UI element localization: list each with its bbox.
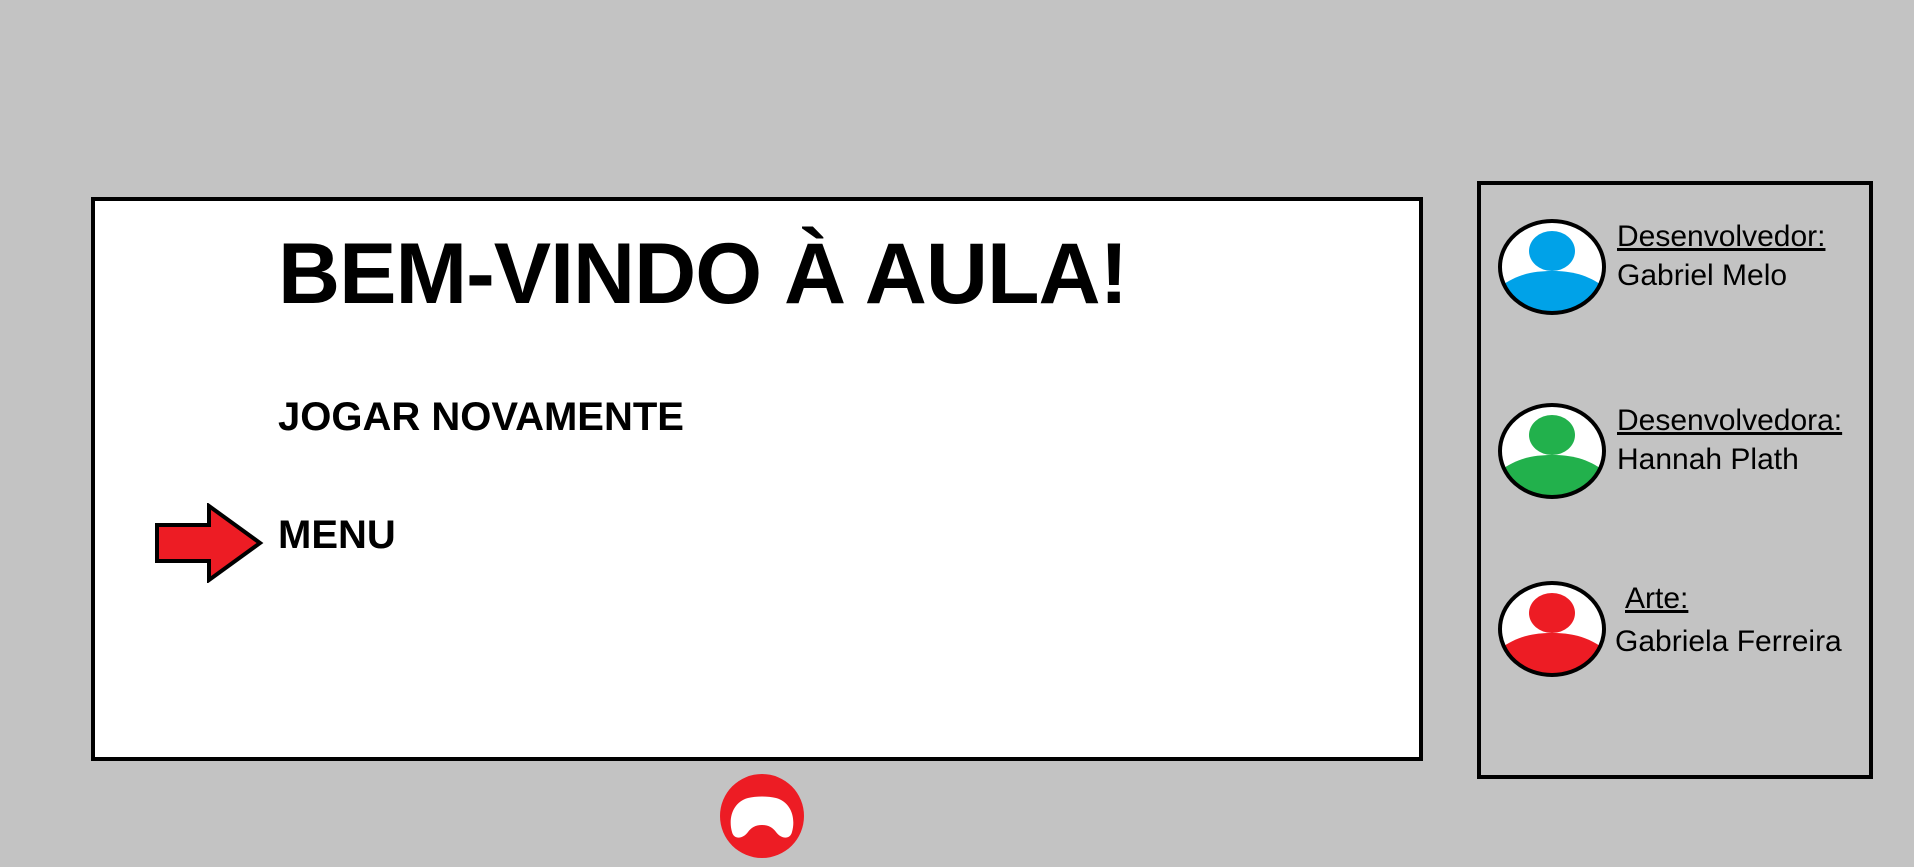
credit-developer-2: Desenvolvedora: Hannah Plath <box>1497 401 1867 501</box>
user-avatar-icon <box>1498 581 1606 677</box>
user-avatar-icon <box>1498 403 1606 499</box>
page-title: BEM-VINDO À AULA! <box>278 226 1128 322</box>
credit-role: Desenvolvedor: <box>1617 220 1826 253</box>
credit-name: Hannah Plath <box>1617 443 1799 476</box>
credit-art: Arte: Gabriela Ferreira <box>1497 579 1867 679</box>
gamepad-icon[interactable] <box>718 774 806 858</box>
menu-option[interactable]: MENU <box>278 513 396 558</box>
user-avatar-icon <box>1498 219 1606 315</box>
arrow-right-icon <box>155 503 264 583</box>
credit-name: Gabriel Melo <box>1617 259 1788 292</box>
credit-role: Arte: <box>1625 582 1689 615</box>
credit-name: Gabriela Ferreira <box>1615 625 1842 658</box>
credits-panel: Desenvolvedor: Gabriel Melo Desenvolvedo… <box>1477 181 1873 779</box>
credit-developer: Desenvolvedor: Gabriel Melo <box>1497 217 1867 317</box>
credit-role: Desenvolvedora: <box>1617 404 1843 437</box>
play-again-option[interactable]: JOGAR NOVAMENTE <box>278 395 684 440</box>
end-screen-panel: BEM-VINDO À AULA! JOGAR NOVAMENTE MENU <box>91 197 1423 761</box>
